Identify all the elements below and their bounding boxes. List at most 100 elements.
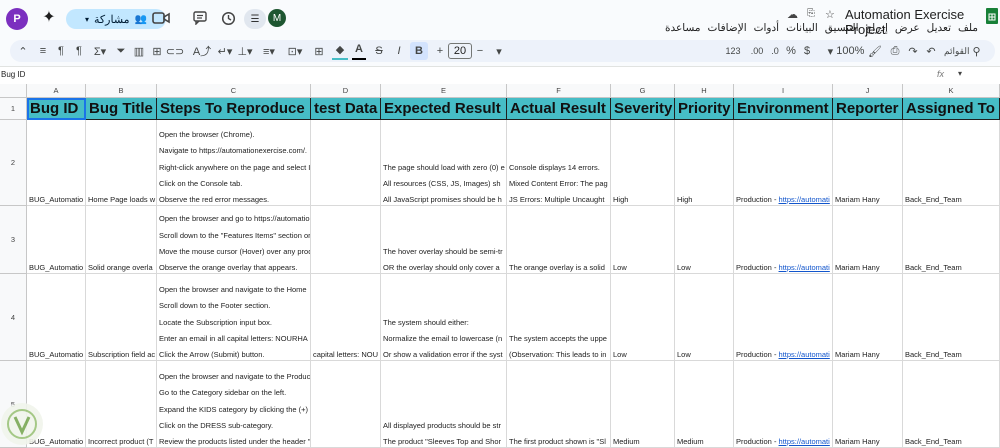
move-icon[interactable]: ⎘ xyxy=(807,8,815,19)
number-format-dropdown[interactable]: 123 xyxy=(722,40,744,62)
percent-button[interactable]: % xyxy=(784,40,798,62)
link-icon[interactable]: ⊂⊃ xyxy=(166,40,184,62)
zoom-dropdown[interactable]: ▾ 100% xyxy=(828,40,865,62)
cell-b5[interactable]: Incorrect product (T xyxy=(86,361,157,448)
cell-a4[interactable]: BUG_Automatio xyxy=(27,274,86,361)
cell-c5[interactable]: Open the browser and navigate to the Pro… xyxy=(157,361,311,448)
row-header-2[interactable]: 2 xyxy=(0,120,27,206)
menu-data[interactable]: البيانات xyxy=(786,22,818,34)
cell-j3[interactable]: Mariam Hany xyxy=(833,206,903,274)
column-header-j[interactable]: J xyxy=(833,84,903,98)
cell-a2[interactable]: BUG_Automatio xyxy=(27,120,86,206)
menu-file[interactable]: ملف xyxy=(958,22,978,34)
cell-j5[interactable]: Mariam Hany xyxy=(833,361,903,448)
cell-f4[interactable]: The system accepts the uppe (Observation:… xyxy=(507,274,611,361)
header-cell-g[interactable]: Severity xyxy=(611,98,675,120)
cell-j2[interactable]: Mariam Hany xyxy=(833,120,903,206)
decimal-more-button[interactable]: .00 xyxy=(748,40,766,62)
column-header-b[interactable]: B xyxy=(86,84,157,98)
text-rotation-icon[interactable]: A⤴ xyxy=(193,40,211,62)
cell-i4[interactable]: Production - https://automati xyxy=(734,274,833,361)
cell-d3[interactable] xyxy=(311,206,381,274)
menu-help[interactable]: مساعدة xyxy=(665,22,700,34)
menu-view[interactable]: عرض xyxy=(895,22,920,34)
cell-d4[interactable]: capital letters: NOU xyxy=(311,274,381,361)
decrease-font-icon[interactable]: − xyxy=(474,40,486,62)
gemini-icon[interactable]: ✦ xyxy=(40,9,58,27)
redo-icon[interactable]: ↷ xyxy=(906,40,920,62)
column-header-c[interactable]: C xyxy=(157,84,311,98)
cell-g2[interactable]: High xyxy=(611,120,675,206)
environment-link[interactable]: https://automati xyxy=(779,437,830,446)
cell-f5[interactable]: The first product shown is "Sl xyxy=(507,361,611,448)
cell-j4[interactable]: Mariam Hany xyxy=(833,274,903,361)
chart-icon[interactable]: ▥ xyxy=(132,40,146,62)
cell-c4[interactable]: Open the browser and navigate to the Hom… xyxy=(157,274,311,361)
vertical-align-icon[interactable]: ⊥▾ xyxy=(237,40,252,62)
header-cell-b[interactable]: Bug Title xyxy=(86,98,157,120)
cell-f2[interactable]: Console displays 14 errors. Mixed Content… xyxy=(507,120,611,206)
header-cell-f[interactable]: Actual Result xyxy=(507,98,611,120)
header-cell-h[interactable]: Priority xyxy=(675,98,734,120)
cell-g3[interactable]: Low xyxy=(611,206,675,274)
column-header-h[interactable]: H xyxy=(675,84,734,98)
star-icon[interactable]: ☆ xyxy=(825,8,835,21)
environment-link[interactable]: https://automati xyxy=(779,195,830,204)
paint-format-icon[interactable]: 🖌 xyxy=(868,40,882,62)
cell-h4[interactable]: Low xyxy=(675,274,734,361)
menu-edit[interactable]: تعديل xyxy=(927,22,951,34)
more-options-icon[interactable]: ⌃ xyxy=(16,40,30,62)
cell-k3[interactable]: Back_End_Team xyxy=(903,206,1000,274)
cell-d2[interactable] xyxy=(311,120,381,206)
header-cell-e[interactable]: Expected Result xyxy=(381,98,507,120)
column-header-a[interactable]: A xyxy=(27,84,86,98)
bold-button[interactable]: B xyxy=(410,42,428,60)
environment-link[interactable]: https://automati xyxy=(779,350,830,359)
increase-font-icon[interactable]: + xyxy=(434,40,446,62)
column-header-e[interactable]: E xyxy=(381,84,507,98)
row-header-3[interactable]: 3 xyxy=(0,206,27,274)
cell-i2[interactable]: Production - https://automati xyxy=(734,120,833,206)
header-cell-k[interactable]: Assigned To xyxy=(903,98,1000,120)
menu-extensions[interactable]: الإضافات xyxy=(708,22,747,34)
cell-e4[interactable]: The system should either: Normalize the e… xyxy=(381,274,507,361)
strikethrough-button[interactable]: S xyxy=(372,40,386,62)
cell-k5[interactable]: Back_End_Team xyxy=(903,361,1000,448)
cell-a3[interactable]: BUG_Automatio xyxy=(27,206,86,274)
header-cell-i[interactable]: Environment xyxy=(734,98,833,120)
header-cell-d[interactable]: test Data xyxy=(311,98,381,120)
column-header-k[interactable]: K xyxy=(903,84,1000,98)
cell-g5[interactable]: Medium xyxy=(611,361,675,448)
row-header-1[interactable]: 1 xyxy=(0,98,27,120)
cell-e2[interactable]: The page should load with zero (0) e All … xyxy=(381,120,507,206)
ltr-icon[interactable]: ¶ xyxy=(72,40,86,62)
cell-c3[interactable]: Open the browser and go to https://autom… xyxy=(157,206,311,274)
cell-i3[interactable]: Production - https://automati xyxy=(734,206,833,274)
cell-f3[interactable]: The orange overlay is a solid xyxy=(507,206,611,274)
menu-format[interactable]: التنسيق xyxy=(825,22,859,34)
video-call-icon[interactable] xyxy=(152,10,170,26)
cell-h2[interactable]: High xyxy=(675,120,734,206)
cell-k2[interactable]: Back_End_Team xyxy=(903,120,1000,206)
filter-icon[interactable]: ⏷ xyxy=(114,40,128,62)
print-icon[interactable]: ⎙ xyxy=(888,40,902,62)
cell-i5[interactable]: Production - https://automati xyxy=(734,361,833,448)
history-icon[interactable] xyxy=(221,11,236,26)
environment-link[interactable]: https://automati xyxy=(779,263,830,272)
cell-d5[interactable] xyxy=(311,361,381,448)
cell-c2[interactable]: Open the browser (Chrome). Navigate to ht… xyxy=(157,120,311,206)
merge-cells-icon[interactable]: ⊡▾ xyxy=(288,40,303,62)
font-family-dropdown[interactable]: ▾ xyxy=(492,40,506,62)
cell-b2[interactable]: Home Page loads w xyxy=(86,120,157,206)
header-cell-c[interactable]: Steps To Reproduce xyxy=(157,98,311,120)
cell-g4[interactable]: Low xyxy=(611,274,675,361)
column-header-d[interactable]: D xyxy=(311,84,381,98)
comment-icon[interactable] xyxy=(193,11,207,26)
currency-button[interactable]: $ xyxy=(800,40,814,62)
select-all-corner[interactable] xyxy=(0,84,27,98)
font-size-input[interactable]: 20 xyxy=(448,43,472,59)
cell-k4[interactable]: Back_End_Team xyxy=(903,274,1000,361)
borders-icon[interactable]: ⊞ xyxy=(312,40,326,62)
menu-tools[interactable]: أدوات xyxy=(754,22,779,34)
cell-b4[interactable]: Subscription field ac xyxy=(86,274,157,361)
